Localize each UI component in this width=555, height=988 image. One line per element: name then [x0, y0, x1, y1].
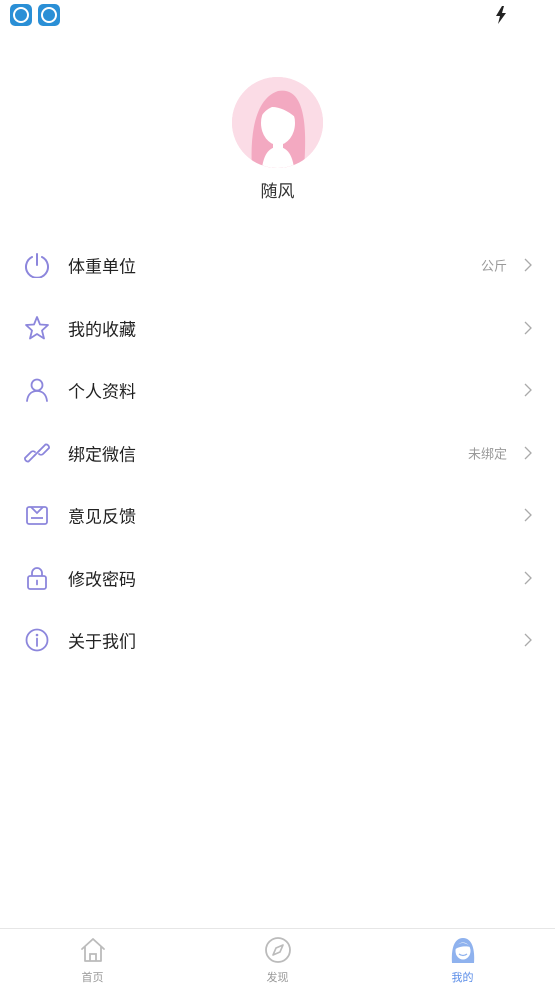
menu-item-favorites[interactable]: 我的收藏: [0, 297, 555, 360]
menu-item-label: 意见反馈: [68, 507, 136, 528]
menu-item-label: 修改密码: [68, 570, 136, 591]
link-icon: [24, 443, 50, 463]
info-icon: [25, 628, 49, 652]
girl-avatar-icon: [232, 77, 323, 168]
menu-item-profile[interactable]: 个人资料: [0, 359, 555, 422]
lightning-icon: [496, 6, 506, 24]
wechat-bind-status: 未绑定: [467, 447, 507, 463]
compass-icon: [264, 937, 291, 963]
home-icon: [80, 938, 105, 962]
app-icon: [38, 4, 60, 26]
menu-item-weight-unit[interactable]: 体重单位 公斤: [0, 234, 555, 297]
profile-icon: [451, 938, 474, 963]
menu-item-label: 关于我们: [68, 632, 136, 653]
lock-icon: [27, 566, 47, 590]
tab-label: 首页: [81, 971, 104, 984]
menu-item-change-password[interactable]: 修改密码: [0, 547, 555, 610]
status-bar: [0, 0, 555, 32]
star-icon: [25, 315, 49, 340]
tab-mine[interactable]: 我的: [370, 929, 555, 988]
user-icon: [26, 378, 48, 403]
menu-item-feedback[interactable]: 意见反馈: [0, 484, 555, 547]
tab-label: 发现: [266, 971, 289, 984]
tab-discover[interactable]: 发现: [185, 929, 370, 988]
tab-label: 我的: [451, 971, 474, 984]
username: 随风: [260, 182, 295, 202]
menu-item-label: 绑定微信: [68, 445, 136, 466]
menu-item-about-us[interactable]: 关于我们: [0, 609, 555, 672]
timer-icon: [25, 253, 49, 279]
menu-item-bind-wechat[interactable]: 绑定微信 未绑定: [0, 422, 555, 485]
app-icon: [10, 4, 32, 26]
weight-unit-value: 公斤: [480, 259, 507, 275]
menu-item-label: 个人资料: [68, 382, 136, 403]
menu-item-label: 体重单位: [68, 257, 136, 278]
settings-menu: 体重单位 公斤 我的收藏 个人资料 绑定微信 未绑定 意见反馈 修改密码 关于我…: [0, 234, 555, 672]
bottom-tab-bar: 首页 发现 我的: [0, 928, 555, 988]
tab-home[interactable]: 首页: [0, 929, 185, 988]
menu-item-label: 我的收藏: [68, 320, 136, 341]
avatar[interactable]: [232, 77, 323, 168]
mail-icon: [26, 506, 48, 526]
